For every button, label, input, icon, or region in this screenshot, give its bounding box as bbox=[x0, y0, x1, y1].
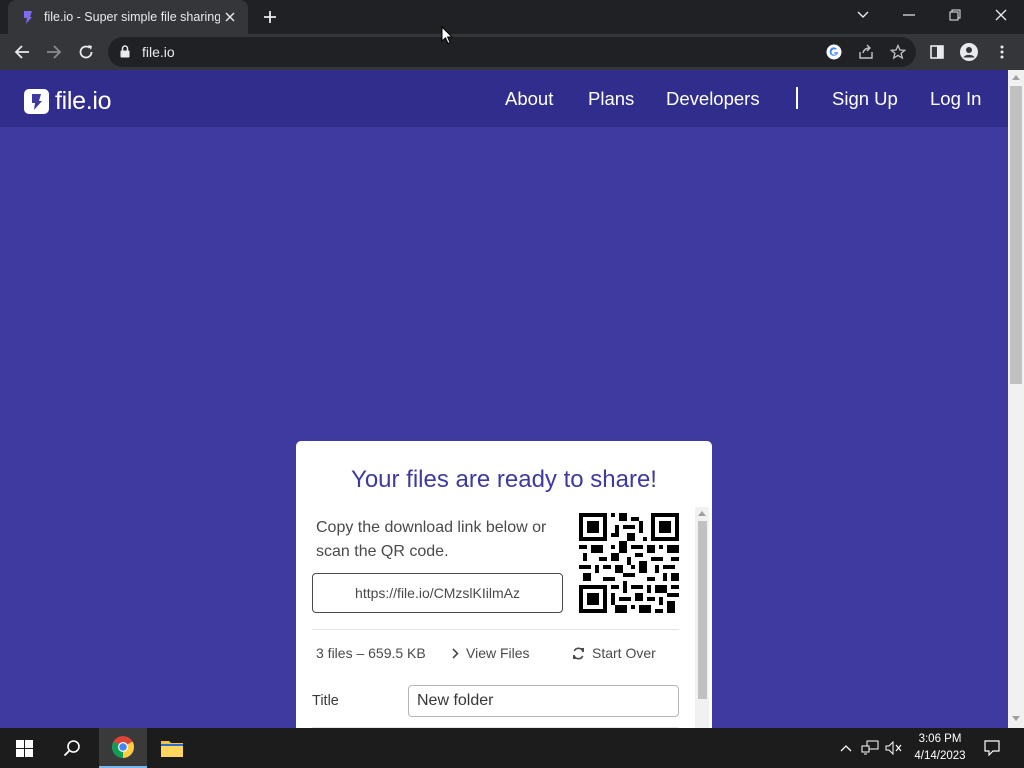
share-icon[interactable] bbox=[856, 42, 876, 62]
network-icon[interactable] bbox=[860, 738, 880, 758]
browser-toolbar: file.io bbox=[0, 34, 1024, 70]
taskbar-clock[interactable]: 3:06 PM 4/14/2023 bbox=[910, 731, 970, 765]
nav-signup-link[interactable]: Sign Up bbox=[832, 88, 898, 110]
qr-code[interactable] bbox=[579, 513, 679, 613]
minimize-icon[interactable] bbox=[886, 0, 932, 30]
fileio-logo-icon bbox=[24, 89, 49, 114]
close-window-icon[interactable] bbox=[978, 0, 1024, 30]
profile-icon[interactable] bbox=[957, 40, 981, 64]
side-panel-icon[interactable] bbox=[925, 40, 949, 64]
tab-search-icon[interactable] bbox=[840, 0, 886, 30]
page-viewport: file.io About Plans Developers Sign Up L… bbox=[0, 70, 1008, 728]
chrome-menu-icon[interactable] bbox=[990, 40, 1014, 64]
page-scroll-down-icon[interactable] bbox=[1012, 716, 1020, 722]
chevron-right-icon bbox=[452, 647, 459, 659]
lock-icon[interactable] bbox=[120, 45, 130, 58]
nav-plans-link[interactable]: Plans bbox=[588, 88, 634, 110]
restore-icon[interactable] bbox=[932, 0, 978, 30]
card-heading: Your files are ready to share! bbox=[351, 466, 657, 493]
card-scrollbar-thumb[interactable] bbox=[698, 521, 707, 699]
fileio-favicon-icon bbox=[24, 11, 32, 24]
share-link-field[interactable]: https://file.io/CMzslKIilmAz bbox=[312, 573, 563, 613]
url-text: file.io bbox=[142, 44, 175, 60]
forward-icon[interactable] bbox=[40, 38, 68, 66]
title-input[interactable] bbox=[408, 685, 679, 717]
tab-close-icon[interactable] bbox=[220, 7, 240, 27]
start-over-button[interactable]: Start Over bbox=[572, 645, 656, 661]
site-navbar: file.io About Plans Developers Sign Up L… bbox=[0, 70, 1008, 127]
file-summary: 3 files – 659.5 KB bbox=[316, 645, 426, 661]
refresh-icon bbox=[573, 647, 584, 659]
mouse-cursor-icon bbox=[441, 26, 453, 45]
google-icon[interactable] bbox=[824, 42, 844, 62]
card-description: Copy the download link below or scan the… bbox=[316, 519, 547, 560]
card-scroll-up-icon[interactable] bbox=[698, 510, 706, 516]
notifications-icon[interactable] bbox=[982, 738, 1002, 758]
view-files-label: View Files bbox=[466, 645, 530, 661]
card-divider bbox=[312, 629, 679, 630]
search-icon[interactable] bbox=[48, 728, 96, 768]
volume-muted-icon[interactable] bbox=[884, 738, 904, 758]
page-scroll-up-icon[interactable] bbox=[1012, 74, 1020, 80]
tab-title: file.io - Super simple file sharing bbox=[44, 10, 220, 24]
chrome-icon[interactable] bbox=[99, 728, 147, 768]
file-explorer-icon[interactable] bbox=[148, 728, 196, 768]
nav-developers-link[interactable]: Developers bbox=[666, 88, 760, 110]
nav-divider bbox=[796, 87, 798, 109]
share-card: Your files are ready to share! Copy the … bbox=[296, 441, 712, 728]
tab-strip: file.io - Super simple file sharing bbox=[0, 0, 1024, 34]
page-scrollbar-thumb[interactable] bbox=[1010, 86, 1022, 384]
clock-date: 4/14/2023 bbox=[914, 750, 966, 762]
nav-about-link[interactable]: About bbox=[505, 88, 553, 110]
site-logo[interactable]: file.io bbox=[24, 87, 112, 116]
clock-time: 3:06 PM bbox=[918, 733, 962, 745]
new-tab-icon[interactable] bbox=[258, 5, 282, 29]
browser-tab[interactable]: file.io - Super simple file sharing bbox=[8, 0, 248, 34]
title-label: Title bbox=[312, 693, 339, 709]
bookmark-star-icon[interactable] bbox=[888, 42, 908, 62]
view-files-button[interactable]: View Files bbox=[452, 645, 530, 661]
nav-login-link[interactable]: Log In bbox=[930, 88, 981, 110]
windows-taskbar: 3:06 PM 4/14/2023 bbox=[0, 728, 1024, 768]
logo-text: file.io bbox=[55, 87, 112, 115]
reload-icon[interactable] bbox=[72, 38, 100, 66]
address-bar[interactable]: file.io bbox=[108, 37, 916, 67]
start-over-label: Start Over bbox=[592, 645, 656, 661]
show-hidden-icons-icon[interactable] bbox=[836, 738, 856, 758]
back-icon[interactable] bbox=[8, 38, 36, 66]
windows-start-icon[interactable] bbox=[0, 728, 48, 768]
